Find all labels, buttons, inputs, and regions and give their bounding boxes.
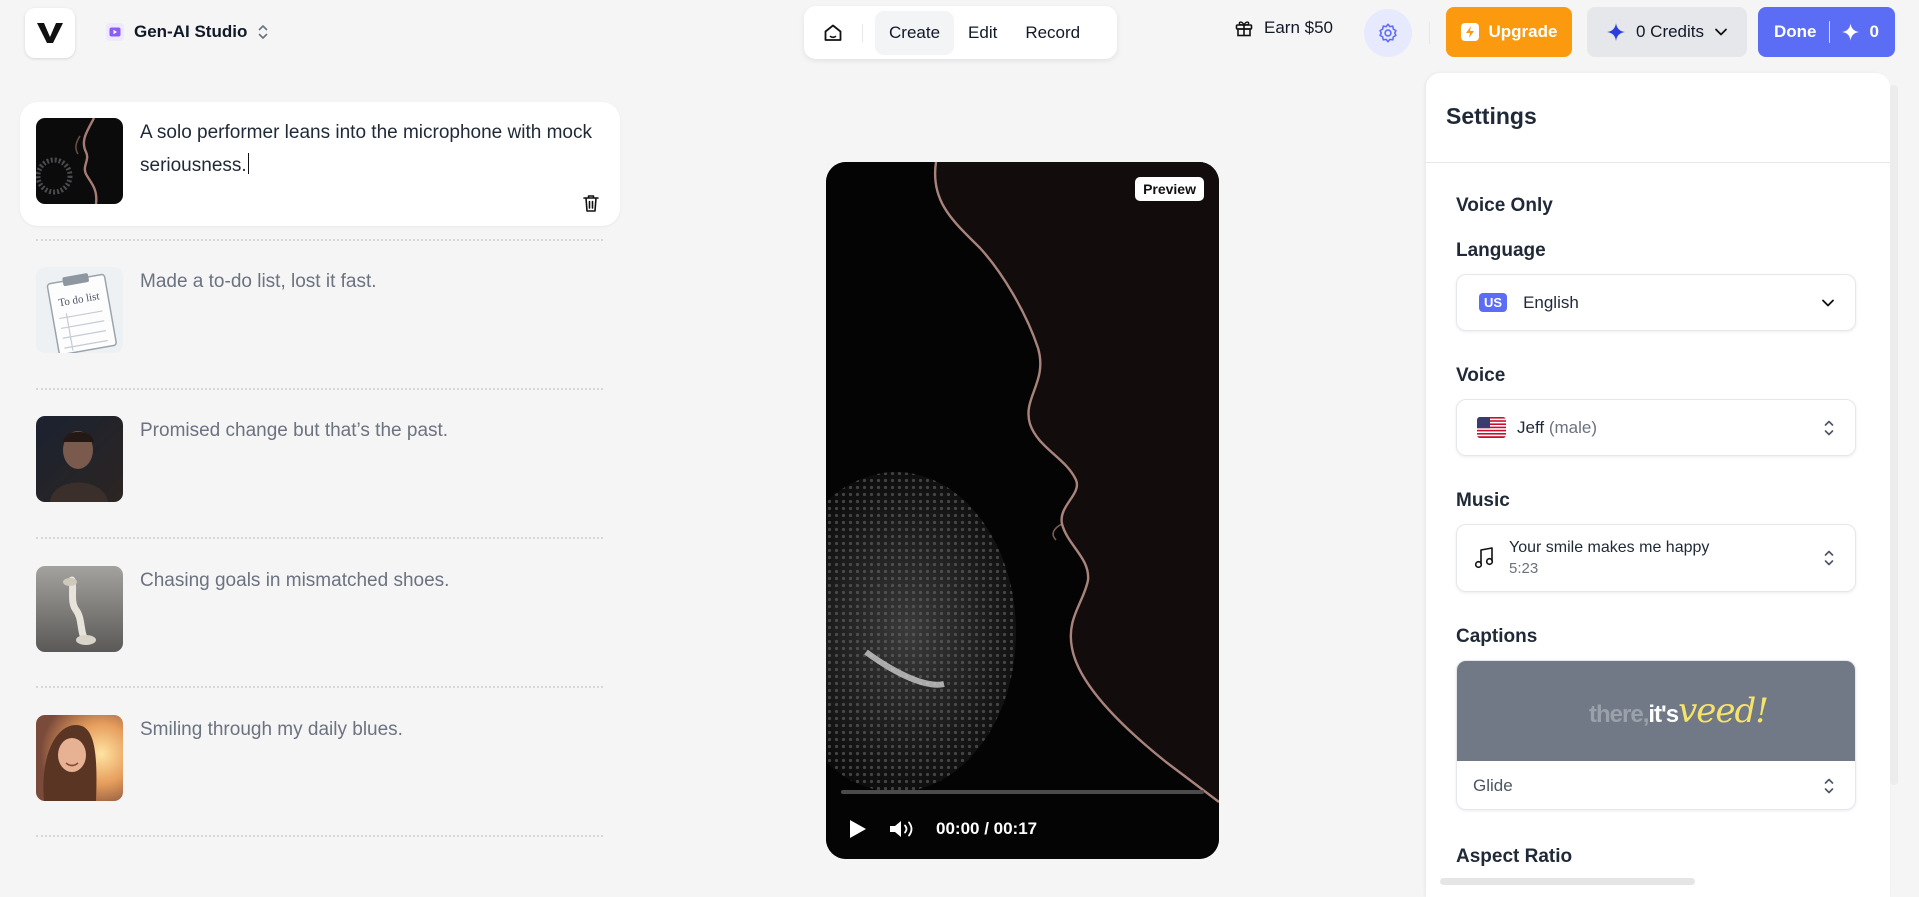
music-label: Music [1456,490,1510,511]
music-duration: 5:23 [1509,560,1539,577]
caption-word-2: it's [1648,701,1679,728]
volume-icon[interactable] [888,818,916,840]
settings-panel: Settings Voice Only Language US English … [1426,73,1890,897]
scene-script-input[interactable]: A solo performer leans into the micropho… [140,116,600,182]
settings-toggle-button[interactable] [1364,9,1412,57]
scene-item-5[interactable]: Smiling through my daily blues. [20,699,620,823]
workspace-name: Gen-AI Studio [134,22,248,41]
bolt-icon [1460,23,1479,41]
aspect-ratio-label: Aspect Ratio [1456,846,1573,867]
language-value: English [1523,292,1579,312]
tab-create[interactable]: Create [875,10,955,55]
video-controls: 00:00 / 00:17 [848,814,1037,844]
voice-only-label: Voice Only [1456,195,1553,216]
done-label: Done [1774,22,1817,41]
scene-thumbnail-2[interactable]: To do list [36,267,123,353]
done-divider [1828,21,1830,43]
music-title: Your smile makes me happy [1509,539,1710,556]
language-label: Language [1456,240,1546,261]
text-cursor [247,153,250,174]
scene-divider [36,835,603,837]
nav-divider [862,23,863,42]
upgrade-label: Upgrade [1488,22,1558,41]
gear-icon [1379,23,1397,43]
voice-gender: (male) [1548,417,1597,437]
gift-icon [1235,21,1253,37]
caption-word-1: there, [1589,701,1649,728]
done-button[interactable]: Done 0 [1758,7,1895,57]
trash-icon [583,195,599,212]
caption-word-3: veed! [1678,691,1769,731]
video-preview[interactable]: Preview 00:00 / 00:17 [826,162,1219,859]
scene-text-2[interactable]: Made a to-do list, lost it fast. [140,265,600,298]
scene-text-1: A solo performer leans into the micropho… [140,122,592,176]
earn-label: Earn $50 [1264,18,1333,37]
veed-logo-icon [37,23,63,43]
us-flag-icon [1477,417,1506,438]
panel-divider [1426,162,1890,163]
scene-text-4[interactable]: Chasing goals in mismatched shoes. [140,564,600,597]
done-count: 0 [1869,22,1879,41]
upgrade-button[interactable]: Upgrade [1446,7,1572,57]
video-time: 00:00 / 00:17 [936,819,1038,838]
scene-thumbnail-1[interactable] [36,118,123,204]
scene-item-4[interactable]: Chasing goals in mismatched shoes. [20,550,620,674]
chevron-down-icon [1822,299,1834,306]
video-progress-bar[interactable] [841,790,1204,794]
credits-label: 0 Credits [1635,22,1705,41]
panel-scrollbar-horizontal[interactable] [1440,878,1695,885]
video-icon [106,23,124,41]
captions-label: Captions [1456,626,1538,647]
chevron-updown-icon [259,25,268,39]
scene-item-2[interactable]: To do list Made a to-do list, lost it fa… [20,251,620,375]
chevron-updown-icon [1824,420,1834,435]
caption-style-name: Glide [1473,776,1513,795]
chevron-down-icon [1715,28,1727,36]
voice-select[interactable]: Jeff (male) [1456,399,1856,456]
scene-divider [36,239,603,241]
captions-style-select[interactable]: there,it'sveed! Glide [1456,660,1856,810]
earn-referral-button[interactable]: Earn $50 [1234,18,1333,38]
preview-frame [826,162,1219,859]
scene-divider [36,537,603,539]
scene-thumbnail-3[interactable] [36,416,123,502]
scene-divider [36,686,603,688]
tab-record[interactable]: Record [1011,11,1094,55]
veed-logo[interactable]: V [25,8,75,58]
home-icon [824,24,842,41]
chevron-updown-icon [1824,778,1834,794]
header-divider [1429,22,1430,44]
scene-thumbnail-5[interactable] [36,715,123,801]
main-nav: Create Edit Record [804,6,1117,59]
language-badge: US [1479,293,1508,312]
tab-edit[interactable]: Edit [954,11,1011,55]
voice-label: Voice [1456,365,1506,386]
language-select[interactable]: US English [1456,274,1856,331]
music-select[interactable]: Your smile makes me happy 5:23 [1456,524,1856,592]
sparkle-icon [1842,23,1860,41]
delete-scene-button[interactable] [580,192,602,214]
scene-item-1[interactable]: A solo performer leans into the micropho… [20,102,620,226]
credits-dropdown[interactable]: 0 Credits [1587,7,1747,57]
scene-text-3[interactable]: Promised change but that’s the past. [140,414,600,447]
scene-divider [36,388,603,390]
scene-thumbnail-4[interactable] [36,566,123,652]
play-icon[interactable] [848,818,868,840]
home-button[interactable] [812,12,854,54]
settings-title: Settings [1446,103,1537,129]
panel-scrollbar-vertical[interactable] [1890,85,1898,785]
caption-style-preview: there,it'sveed! [1457,661,1855,761]
music-note-icon [1474,547,1494,569]
voice-name: Jeff [1517,417,1545,437]
preview-badge: Preview [1135,177,1204,201]
chevron-updown-icon [1824,550,1834,566]
scene-text-5[interactable]: Smiling through my daily blues. [140,713,600,746]
scene-item-3[interactable]: Promised change but that’s the past. [20,400,620,524]
sparkle-icon [1606,23,1625,41]
workspace-switcher[interactable]: Gen-AI Studio [106,20,269,44]
